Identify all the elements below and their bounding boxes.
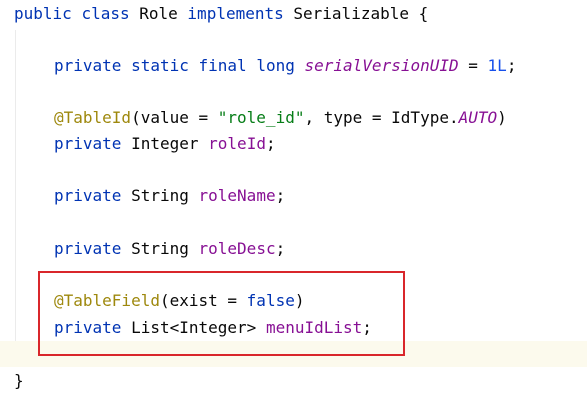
assign-operator: = <box>468 56 478 75</box>
enum-constant-auto: AUTO <box>458 108 498 127</box>
role-desc-field-line[interactable]: private String roleDesc; <box>54 236 587 262</box>
semicolon: ; <box>275 186 286 205</box>
keyword-private: private <box>54 239 122 258</box>
class-declaration-line[interactable]: public class Role implements Serializabl… <box>14 1 587 27</box>
type-string: String <box>131 239 189 258</box>
semicolon: ; <box>265 134 276 153</box>
number-literal: 1L <box>487 56 507 75</box>
annotation-table-id: @TableId <box>54 108 132 127</box>
annotation-args-mid: , type = IdType. <box>304 108 459 127</box>
role-name-field-line[interactable]: private String roleName; <box>54 183 587 209</box>
keyword-private: private <box>54 56 122 75</box>
role-id-field-line[interactable]: private Integer roleId; <box>54 131 587 157</box>
keyword-static: static <box>131 56 189 75</box>
open-brace: { <box>418 4 429 23</box>
type-string: String <box>131 186 189 205</box>
keyword-implements: implements <box>187 4 284 23</box>
semicolon: ; <box>275 239 286 258</box>
field-serial-version-uid: serialVersionUID <box>304 56 459 75</box>
keyword-class: class <box>81 4 130 23</box>
string-literal-role-id: "role_id" <box>217 108 305 127</box>
annotation-args-close: ) <box>497 108 507 127</box>
annotation-args-open: (value = <box>131 108 218 127</box>
field-role-id: roleId <box>208 134 266 153</box>
interface-name: Serializable <box>293 4 409 23</box>
keyword-long: long <box>256 56 295 75</box>
keyword-public: public <box>14 4 72 23</box>
type-integer: Integer <box>131 134 199 153</box>
semicolon: ; <box>506 56 517 75</box>
field-role-name: roleName <box>198 186 276 205</box>
field-role-desc: roleDesc <box>198 239 276 258</box>
keyword-private: private <box>54 134 122 153</box>
table-id-annotation-line[interactable]: @TableId(value = "role_id", type = IdTyp… <box>54 105 587 131</box>
indent-guide <box>15 30 16 360</box>
class-close-line[interactable]: } <box>14 368 587 394</box>
close-brace: } <box>14 371 24 390</box>
red-highlight-box <box>38 271 405 356</box>
class-name: Role <box>139 4 178 23</box>
keyword-private: private <box>54 186 122 205</box>
code-editor[interactable]: public class Role implements Serializabl… <box>0 0 587 413</box>
keyword-final: final <box>198 56 247 75</box>
serial-version-line[interactable]: private static final long serialVersionU… <box>54 53 587 79</box>
